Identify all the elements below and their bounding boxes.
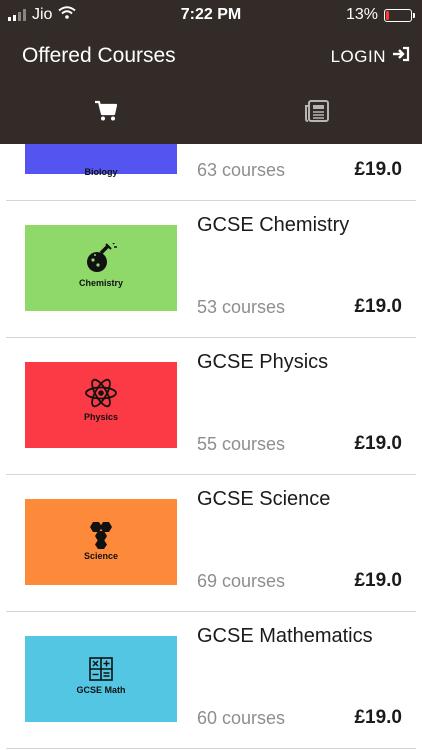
sign-in-icon (392, 46, 410, 67)
course-title: GCSE Physics (197, 351, 329, 373)
course-thumbnail: GCSE Math (25, 636, 177, 722)
course-card-physics[interactable]: Physics GCSE Physics 55 courses £19.0 (6, 337, 416, 475)
login-label: LOGIN (330, 46, 386, 66)
battery-percent: 13% (345, 6, 378, 23)
thumbnail-label: GCSE Math (76, 685, 126, 695)
thumbnail-label: Biology (84, 167, 118, 177)
course-title: GCSE Mathematics (197, 625, 373, 647)
thumbnail-label: Physics (83, 412, 119, 422)
course-title: GCSE Science (197, 488, 331, 510)
course-price: £19.0 (354, 159, 402, 180)
thumbnail-label: Chemistry (78, 278, 123, 288)
course-count: 63 courses (197, 160, 286, 180)
battery-icon (384, 8, 415, 22)
course-price: £19.0 (354, 707, 402, 728)
atom-icon (25, 377, 177, 409)
newspaper-icon (304, 99, 329, 127)
course-title: GCSE Chemistry (197, 214, 350, 236)
login-button[interactable]: LOGIN (331, 46, 410, 67)
course-count: 53 courses (197, 297, 286, 317)
course-thumbnail: Science (25, 499, 177, 585)
course-thumbnail: Physics (25, 362, 177, 448)
status-bar: Jio 7:22 PM 13% (0, 0, 422, 30)
math-symbols-icon (25, 657, 177, 681)
hexagon-cluster-icon (25, 521, 177, 549)
course-card-mathematics[interactable]: GCSE Math GCSE Mathematics 60 courses £1… (6, 611, 416, 749)
course-thumbnail: Biology (25, 144, 177, 177)
course-price: £19.0 (354, 296, 402, 317)
course-price: £19.0 (354, 433, 402, 454)
tab-bar (0, 82, 422, 144)
course-card-chemistry[interactable]: Chemistry GCSE Chemistry 53 courses £19.… (6, 200, 416, 338)
course-thumbnail: Chemistry (25, 225, 177, 311)
page-title: Offered Courses (22, 44, 176, 67)
course-card-biology[interactable]: Biology 63 courses £19.0 (6, 144, 416, 201)
tab-news[interactable] (211, 82, 422, 144)
course-card-science[interactable]: Science GCSE Science 69 courses £19.0 (6, 474, 416, 612)
tab-courses[interactable] (0, 82, 211, 144)
status-right: 13% (345, 6, 415, 24)
course-count: 60 courses (197, 708, 286, 728)
course-count: 55 courses (197, 434, 286, 454)
thumbnail-label: Science (83, 551, 119, 561)
cart-icon (94, 100, 118, 127)
course-count: 69 courses (197, 571, 286, 591)
course-price: £19.0 (354, 570, 402, 591)
flask-icon (25, 243, 177, 275)
nav-bar: Offered Courses LOGIN (0, 30, 422, 82)
course-list[interactable]: Biology 63 courses £19.0 Chemistry GCSE … (0, 144, 422, 750)
